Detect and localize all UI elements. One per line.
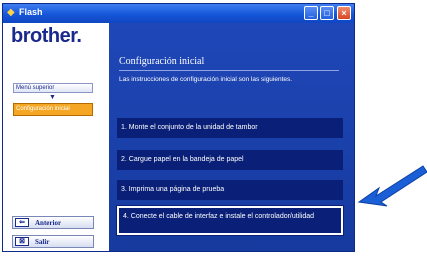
main-panel: Configuración inicial Las instrucciones …	[109, 23, 354, 251]
exit-icon: ⊠	[15, 237, 29, 246]
exit-button-label: Salir	[35, 238, 50, 246]
maximize-button[interactable]: □	[320, 6, 334, 20]
sidebar-panel	[13, 118, 93, 216]
minimize-button[interactable]: _	[304, 6, 318, 20]
window-title: Flash	[19, 7, 43, 17]
step-1-button[interactable]: 1. Monte el conjunto de la unidad de tam…	[117, 118, 343, 138]
title-divider	[119, 70, 339, 71]
pointer-arrow-icon	[357, 165, 427, 207]
sidebar: brother. Menú superior ▼ Configuración i…	[3, 23, 109, 251]
step-2-button[interactable]: 2. Cargue papel en la bandeja de papel	[117, 150, 343, 170]
previous-button-label: Anterior	[35, 219, 62, 227]
brand-logo: brother.	[11, 25, 82, 47]
page-description: Las instrucciones de configuración inici…	[119, 76, 293, 83]
close-button[interactable]: ×	[337, 6, 351, 20]
arrow-down-icon: ▼	[49, 94, 56, 101]
app-window: ◆ Flash _ □ × brother. Menú superior ▼ C…	[2, 3, 355, 252]
previous-button[interactable]: ⇐ Anterior	[12, 216, 94, 229]
sidebar-item-menu-superior[interactable]: Menú superior	[13, 83, 93, 93]
step-4-button[interactable]: 4. Conecte el cable de interfaz e instal…	[116, 205, 344, 236]
page-title: Configuración inicial	[119, 56, 205, 67]
exit-button[interactable]: ⊠ Salir	[12, 235, 94, 248]
back-arrow-icon: ⇐	[15, 218, 29, 227]
step-3-button[interactable]: 3. Imprima una página de prueba	[117, 180, 343, 200]
title-bar: ◆ Flash _ □ ×	[3, 4, 354, 23]
flash-app-icon: ◆	[7, 7, 15, 18]
sidebar-item-configuracion-inicial[interactable]: Configuración inicial	[13, 103, 93, 116]
